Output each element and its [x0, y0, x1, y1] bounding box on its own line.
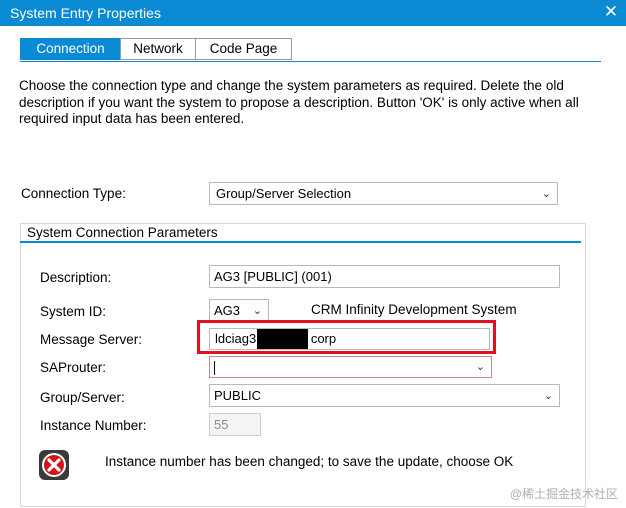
group-server-select[interactable]: PUBLIC ⌄: [209, 384, 560, 407]
group-title-underline: [20, 241, 581, 243]
system-id-select[interactable]: AG3 ⌄: [209, 299, 269, 322]
instance-number-label: Instance Number:: [40, 418, 147, 433]
instructions-text: Choose the connection type and change th…: [19, 78, 579, 126]
error-x-icon: [39, 450, 69, 480]
saprouter-label: SAProuter:: [40, 360, 107, 375]
chevron-down-icon: ⌄: [475, 361, 485, 373]
description-field[interactable]: AG3 [PUBLIC] (001): [209, 265, 560, 288]
saprouter-select[interactable]: ⌄: [209, 356, 492, 378]
watermark: @稀土掘金技术社区: [509, 487, 618, 501]
system-name: CRM Infinity Development System: [311, 302, 517, 317]
tab-network[interactable]: Network: [120, 38, 196, 60]
tab-underline: [20, 61, 601, 62]
system-id-label: System ID:: [40, 304, 107, 319]
system-id-value: AG3: [214, 303, 241, 318]
chevron-down-icon: ⌄: [541, 188, 551, 200]
tab-bar: Connection Network Code Page: [0, 38, 626, 60]
description-label: Description:: [40, 270, 112, 285]
title-bar: System Entry Properties ✕: [0, 0, 626, 26]
chevron-down-icon: ⌄: [543, 390, 553, 402]
highlight-box: [197, 320, 496, 354]
status-message: Instance number has been changed; to sav…: [105, 454, 514, 469]
group-server-label: Group/Server:: [40, 390, 125, 405]
connection-type-label: Connection Type:: [21, 186, 126, 201]
connection-type-value: Group/Server Selection: [216, 186, 352, 201]
tab-code-page[interactable]: Code Page: [195, 38, 292, 60]
message-server-label: Message Server:: [40, 332, 143, 347]
chevron-down-icon: ⌄: [252, 305, 262, 317]
instance-number-field[interactable]: 55: [209, 413, 261, 436]
tab-connection[interactable]: Connection: [20, 38, 121, 60]
connection-type-select[interactable]: Group/Server Selection ⌄: [209, 182, 558, 205]
text-cursor: [214, 360, 215, 375]
group-server-value: PUBLIC: [214, 388, 261, 403]
window-title: System Entry Properties: [10, 5, 161, 21]
group-title: System Connection Parameters: [27, 225, 218, 240]
close-icon[interactable]: ✕: [602, 2, 620, 22]
